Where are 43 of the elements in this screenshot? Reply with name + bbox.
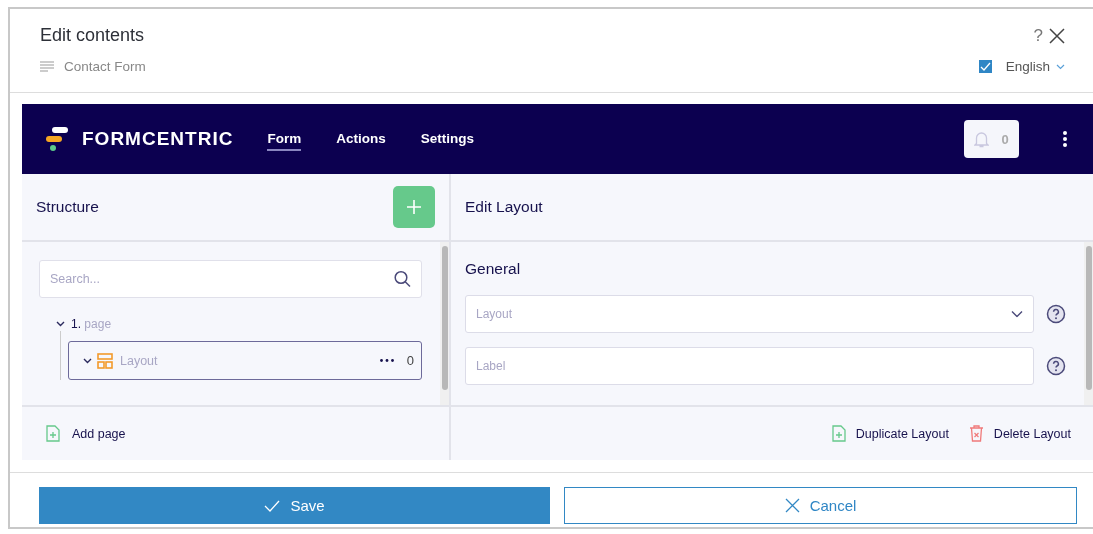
add-file-icon xyxy=(46,425,60,442)
cancel-button[interactable]: Cancel xyxy=(564,487,1077,524)
duplicate-button[interactable]: Duplicate Layout xyxy=(831,425,949,442)
save-button[interactable]: Save xyxy=(39,487,550,524)
help-icon[interactable] xyxy=(1046,356,1066,376)
search-field[interactable]: Search... xyxy=(39,260,422,298)
nav-tab[interactable]: Actions xyxy=(336,127,386,151)
bell-icon xyxy=(974,130,990,148)
panel-title: Structure xyxy=(36,198,99,216)
chevron-icon[interactable] xyxy=(56,321,65,327)
close-icon xyxy=(784,498,800,513)
add-file-icon xyxy=(831,425,846,442)
trash-icon xyxy=(968,425,984,442)
layout-select[interactable]: Layout xyxy=(465,295,1034,333)
brand-name: FORMCENTRIC xyxy=(82,128,234,150)
nav-tab[interactable]: Form xyxy=(267,127,302,151)
scrollbar[interactable] xyxy=(1085,246,1092,390)
section-title: General xyxy=(465,260,522,278)
help-button[interactable]: ? xyxy=(1033,25,1043,46)
close-icon[interactable] xyxy=(1049,27,1065,44)
more-icon[interactable] xyxy=(379,359,394,362)
scrollbar[interactable] xyxy=(441,246,448,390)
language-select[interactable]: English xyxy=(1005,59,1050,74)
form-name: Contact Form xyxy=(64,59,146,74)
text-lines-icon xyxy=(40,61,54,72)
nav-tab[interactable]: Settings xyxy=(420,127,474,151)
add-page-link[interactable]: Add page xyxy=(72,426,126,441)
plus-icon xyxy=(406,199,422,215)
help-icon[interactable] xyxy=(1046,304,1066,324)
search-icon[interactable] xyxy=(394,270,411,288)
chevron-icon[interactable] xyxy=(83,357,92,364)
tree-page-item[interactable]: 1. page xyxy=(56,317,422,331)
more-vertical-icon[interactable] xyxy=(1063,131,1067,147)
language-checkbox[interactable] xyxy=(978,60,992,73)
chevron-icon[interactable] xyxy=(1011,310,1023,318)
delete-button[interactable]: Delete Layout xyxy=(968,425,1071,442)
tree-item[interactable]: Layout 0 xyxy=(68,341,422,380)
check-icon xyxy=(264,499,281,512)
label-field[interactable]: Label xyxy=(465,347,1034,385)
dialog-title: Edit contents xyxy=(40,25,145,46)
layout-icon xyxy=(97,352,113,369)
panel-title: Edit Layout xyxy=(465,198,543,216)
logo-icon xyxy=(46,126,68,152)
